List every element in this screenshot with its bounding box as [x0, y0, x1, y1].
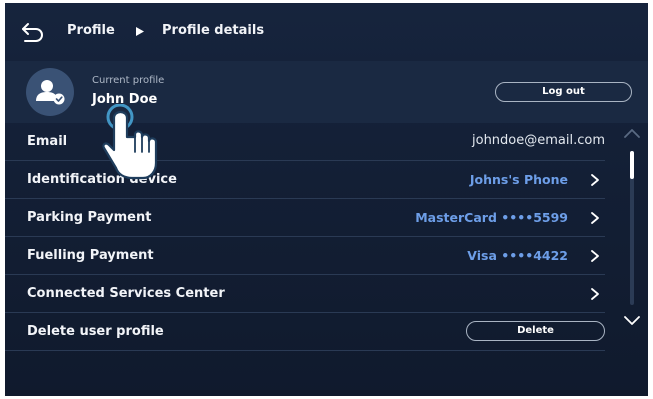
chevron-down-icon[interactable]	[623, 315, 641, 327]
chevron-right-icon	[591, 212, 599, 224]
delete-profile-row: Delete user profile Delete	[5, 313, 605, 351]
row-label: Delete user profile	[27, 324, 164, 339]
profile-details-screen: Profile Profile details Current profile …	[5, 3, 648, 396]
email-value: johndoe@email.com	[472, 133, 605, 148]
chevron-right-icon	[591, 250, 599, 262]
row-label: Connected Services Center	[27, 286, 225, 301]
identification-device-value: Johns's Phone	[469, 172, 568, 187]
fuelling-payment-value: Visa ••••4422	[467, 248, 568, 263]
current-profile-label: Current profile	[92, 75, 165, 86]
row-label: Parking Payment	[27, 210, 152, 225]
fuelling-payment-row[interactable]: Fuelling Payment Visa ••••4422	[5, 237, 605, 275]
logout-button[interactable]: Log out	[495, 82, 632, 102]
email-row[interactable]: Email johndoe@email.com	[5, 123, 605, 161]
row-label: Fuelling Payment	[27, 248, 154, 263]
tap-hand-icon	[102, 104, 158, 180]
chevron-right-icon	[591, 174, 599, 186]
avatar[interactable]	[26, 68, 74, 116]
chevron-up-icon[interactable]	[623, 127, 641, 139]
user-check-icon	[36, 80, 65, 105]
back-arrow-icon	[22, 23, 43, 42]
scrollbar-thumb[interactable]	[630, 151, 634, 179]
parking-payment-value: MasterCard ••••5599	[415, 210, 568, 225]
row-label: Email	[27, 134, 68, 149]
chevron-right-icon	[591, 288, 599, 300]
connected-services-row[interactable]: Connected Services Center	[5, 275, 605, 313]
parking-payment-row[interactable]: Parking Payment MasterCard ••••5599	[5, 199, 605, 237]
triangle-right-icon	[136, 27, 144, 36]
delete-button[interactable]: Delete	[466, 321, 605, 341]
breadcrumb-profile-details: Profile details	[162, 23, 265, 38]
back-button[interactable]	[19, 19, 47, 45]
identification-device-row[interactable]: Identification device Johns's Phone	[5, 161, 605, 199]
breadcrumb-profile[interactable]: Profile	[67, 23, 115, 38]
header-bar: Profile Profile details	[5, 3, 648, 61]
